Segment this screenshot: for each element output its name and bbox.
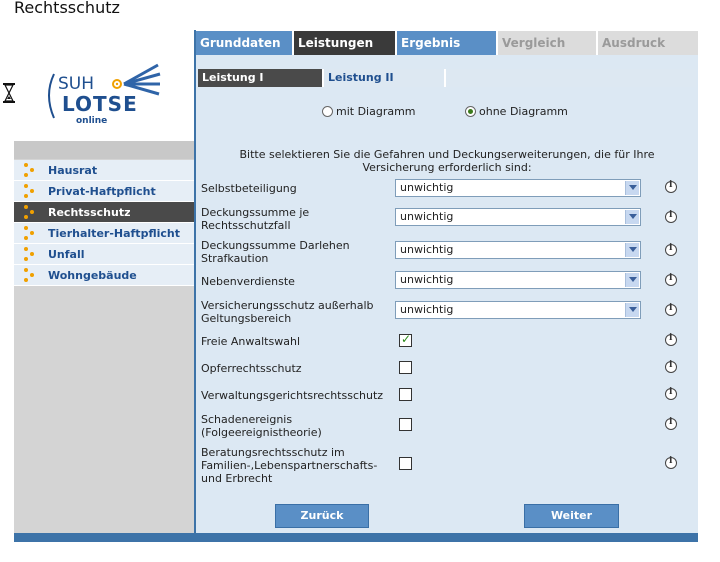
label-selbstbeteiligung: Selbstbeteiligung bbox=[201, 182, 297, 195]
label-schadenereignis: Schadenereignis (Folgeereignistheorie) bbox=[201, 413, 322, 439]
info-icon[interactable] bbox=[665, 360, 677, 373]
sidebar-item-tierhalter-haftpflicht[interactable]: Tierhalter-Haftpflicht bbox=[14, 223, 195, 244]
chevron-down-icon[interactable] bbox=[625, 210, 639, 224]
tab-vergleich[interactable]: Vergleich bbox=[498, 31, 598, 55]
hourglass-icon bbox=[3, 83, 15, 103]
label-versicherungsschutz-ausserhalb: Versicherungsschutz außerhalb Geltungsbe… bbox=[201, 299, 374, 325]
tab-grunddaten[interactable]: Grunddaten bbox=[196, 31, 294, 55]
info-icon[interactable] bbox=[665, 303, 677, 316]
label-opferrechtsschutz: Opferrechtsschutz bbox=[201, 362, 302, 375]
chevron-down-icon[interactable] bbox=[625, 303, 639, 317]
checkbox-verwaltungsgerichtsrechtsschutz[interactable] bbox=[399, 388, 412, 401]
dots-bullet-icon bbox=[14, 181, 48, 201]
logo-text-main: LOTSE bbox=[62, 92, 138, 116]
dots-bullet-icon bbox=[14, 265, 48, 285]
label-deckungssumme-rechtsschutzfall: Deckungssumme je Rechtsschutzfall bbox=[201, 206, 310, 232]
select-nebenverdienste[interactable]: unwichtig bbox=[395, 271, 641, 289]
radio-with-diagram[interactable] bbox=[322, 106, 333, 117]
logo-text-sub: online bbox=[76, 116, 108, 126]
suh-lotse-logo: SUH LOTSE online bbox=[44, 60, 164, 130]
checkbox-freie-anwaltswahl[interactable] bbox=[399, 332, 412, 347]
info-icon[interactable] bbox=[665, 333, 677, 346]
info-icon[interactable] bbox=[665, 180, 677, 193]
select-value: unwichtig bbox=[400, 243, 454, 256]
tab-leistungen[interactable]: Leistungen bbox=[294, 31, 397, 55]
checkbox-schadenereignis[interactable] bbox=[399, 418, 412, 431]
checkbox-opferrechtsschutz[interactable] bbox=[399, 361, 412, 374]
info-icon[interactable] bbox=[665, 387, 677, 400]
select-value: unwichtig bbox=[400, 273, 454, 286]
select-value: unwichtig bbox=[400, 210, 454, 223]
radio-label-with: mit Diagramm bbox=[336, 105, 416, 118]
sidebar-item-unfall[interactable]: Unfall bbox=[14, 244, 195, 265]
dots-bullet-icon bbox=[14, 223, 48, 243]
next-button[interactable]: Weiter bbox=[524, 504, 619, 528]
select-deckungssumme-darlehen[interactable]: unwichtig bbox=[395, 241, 641, 259]
sidebar-item-wohngebaeude[interactable]: Wohngebäude bbox=[14, 265, 195, 286]
chevron-down-icon[interactable] bbox=[625, 181, 639, 195]
label-deckungssumme-darlehen: Deckungssumme Darlehen Strafkaution bbox=[201, 239, 350, 265]
dots-bullet-icon bbox=[14, 244, 48, 264]
dots-bullet-icon bbox=[14, 202, 48, 222]
tab-ergebnis[interactable]: Ergebnis bbox=[397, 31, 498, 55]
diagram-option-with[interactable]: mit Diagramm bbox=[322, 105, 416, 118]
sidebar-item-label: Rechtsschutz bbox=[48, 205, 131, 219]
sidebar-item-privat-haftpflicht[interactable]: Privat-Haftpflicht bbox=[14, 181, 195, 202]
chevron-down-icon[interactable] bbox=[625, 243, 639, 257]
sidebar-item-label: Unfall bbox=[48, 247, 85, 261]
chevron-down-icon[interactable] bbox=[625, 273, 639, 287]
sidebar-item-label: Hausrat bbox=[48, 163, 98, 177]
select-versicherungsschutz-ausserhalb[interactable]: unwichtig bbox=[395, 301, 641, 319]
tab-leistung-1[interactable]: Leistung I bbox=[198, 69, 322, 87]
tab-ausdruck[interactable]: Ausdruck bbox=[598, 31, 698, 55]
footer-bar bbox=[14, 533, 698, 542]
info-icon[interactable] bbox=[665, 273, 677, 286]
info-icon[interactable] bbox=[665, 417, 677, 430]
select-value: unwichtig bbox=[400, 181, 454, 194]
sub-tabs: Leistung I Leistung II bbox=[198, 69, 696, 87]
label-verwaltungsgerichtsrechtsschutz: Verwaltungsgerichtsrechtsschutz bbox=[201, 389, 384, 402]
page-title: Rechtsschutz bbox=[14, 0, 120, 17]
label-beratungsrechtsschutz: Beratungsrechtsschutz im Familien-,Leben… bbox=[201, 446, 378, 485]
select-selbstbeteiligung[interactable]: unwichtig bbox=[395, 179, 641, 197]
main-tabs: Grunddaten Leistungen Ergebnis Vergleich… bbox=[196, 31, 698, 55]
radio-without-diagram[interactable] bbox=[465, 106, 476, 117]
tab-leistung-2[interactable]: Leistung II bbox=[322, 69, 446, 87]
info-icon[interactable] bbox=[665, 243, 677, 256]
sidebar-item-label: Privat-Haftpflicht bbox=[48, 184, 156, 198]
sidebar-nav: Hausrat Privat-Haftpflicht Rechtsschutz … bbox=[14, 160, 195, 286]
diagram-option-without[interactable]: ohne Diagramm bbox=[465, 105, 568, 118]
sidebar-header bbox=[14, 141, 195, 159]
back-button[interactable]: Zurück bbox=[275, 504, 369, 528]
checkbox-beratungsrechtsschutz[interactable] bbox=[399, 457, 412, 470]
radio-label-without: ohne Diagramm bbox=[479, 105, 568, 118]
label-freie-anwaltswahl: Freie Anwaltswahl bbox=[201, 335, 300, 348]
select-deckungssumme-rechtsschutzfall[interactable]: unwichtig bbox=[395, 208, 641, 226]
sidebar-item-label: Tierhalter-Haftpflicht bbox=[48, 226, 180, 240]
content-divider bbox=[194, 30, 196, 533]
select-value: unwichtig bbox=[400, 303, 454, 316]
dots-bullet-icon bbox=[14, 160, 48, 180]
sidebar-item-label: Wohngebäude bbox=[48, 268, 137, 282]
logo-text-top: SUH bbox=[58, 74, 95, 94]
form-intro: Bitte selektieren Sie die Gefahren und D… bbox=[239, 148, 655, 174]
info-icon[interactable] bbox=[665, 210, 677, 223]
label-nebenverdienste: Nebenverdienste bbox=[201, 275, 295, 288]
sidebar-item-rechtsschutz[interactable]: Rechtsschutz bbox=[14, 202, 195, 223]
sidebar-item-hausrat[interactable]: Hausrat bbox=[14, 160, 195, 181]
info-icon[interactable] bbox=[665, 456, 677, 469]
